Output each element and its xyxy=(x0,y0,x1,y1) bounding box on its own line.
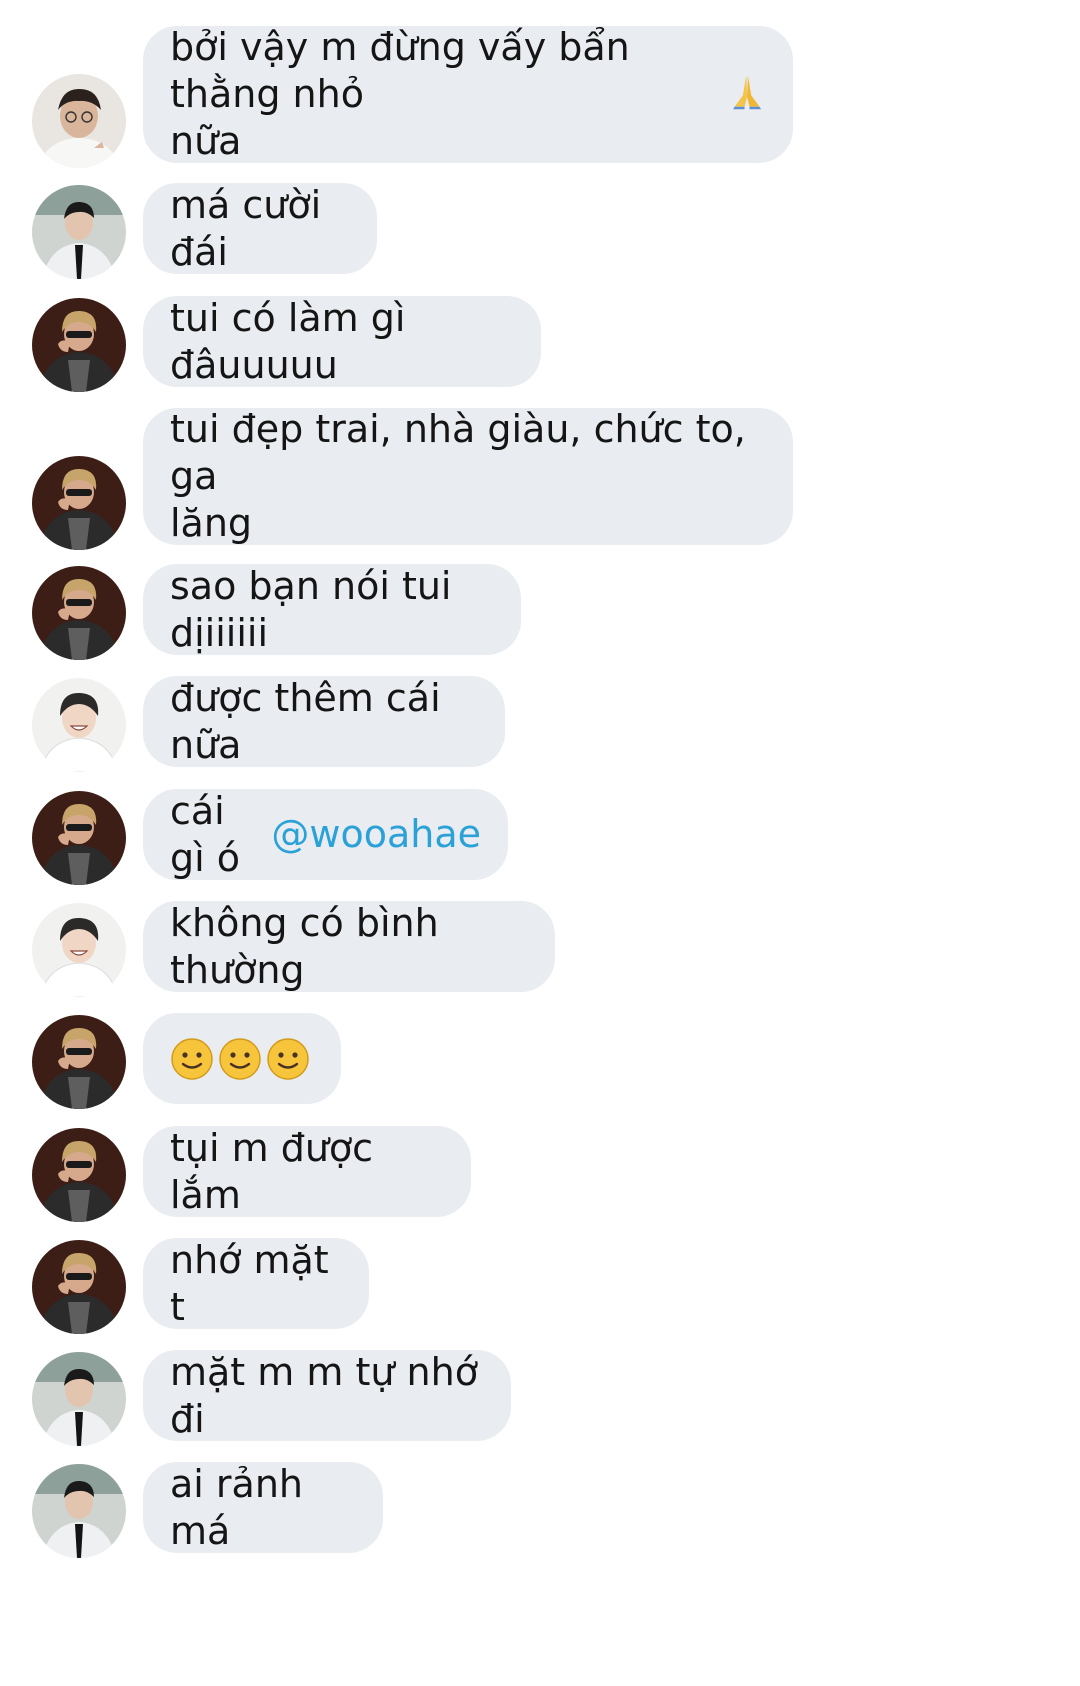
message-bubble[interactable]: ai rảnh má xyxy=(143,1462,383,1553)
avatar-light-icon xyxy=(32,74,126,168)
slightly-smiling-face-icon xyxy=(170,1037,214,1081)
avatar[interactable] xyxy=(32,678,126,772)
message-bubble[interactable]: nhớ mặt t xyxy=(143,1238,369,1329)
avatar-blond-icon xyxy=(32,298,126,392)
avatar[interactable] xyxy=(32,1464,126,1558)
slightly-smiling-face-icon xyxy=(218,1037,262,1081)
avatar[interactable] xyxy=(32,456,126,550)
avatar[interactable] xyxy=(32,903,126,997)
message-bubble[interactable]: tui có làm gì đâuuuuu xyxy=(143,296,541,387)
avatar-suit-icon xyxy=(32,1352,126,1446)
message-text: không có bình thường xyxy=(170,900,451,992)
avatar-blond-icon xyxy=(32,791,126,885)
chat-thread: bởi vậy m đừng vấy bẩn thằng nhỏ nữa má … xyxy=(0,0,1080,1686)
avatar[interactable] xyxy=(32,1352,126,1446)
message-bubble[interactable]: được thêm cái nữa xyxy=(143,676,505,767)
avatar-smile-icon xyxy=(32,903,126,997)
mention-link[interactable]: @wooahae xyxy=(271,811,481,858)
message-bubble[interactable]: không có bình thường xyxy=(143,901,555,992)
folded-hands-icon xyxy=(728,72,766,118)
avatar[interactable] xyxy=(32,1015,126,1109)
message-text: được thêm cái nữa xyxy=(170,675,453,767)
avatar[interactable] xyxy=(32,1128,126,1222)
message-bubble[interactable]: sao bạn nói tui dịiiiiii xyxy=(143,564,521,655)
avatar-smile-icon xyxy=(32,678,126,772)
avatar[interactable] xyxy=(32,74,126,168)
message-bubble[interactable]: mặt m m tự nhớ đi xyxy=(143,1350,511,1441)
message-bubble[interactable]: bởi vậy m đừng vấy bẩn thằng nhỏ nữa xyxy=(143,25,793,163)
avatar[interactable] xyxy=(32,791,126,885)
avatar[interactable] xyxy=(32,566,126,660)
message-bubble[interactable]: cái gì ó @wooahae xyxy=(143,789,508,880)
message-text: nhớ mặt t xyxy=(170,1237,341,1329)
message-text: tụi m được lắm xyxy=(170,1125,386,1217)
avatar[interactable] xyxy=(32,1240,126,1334)
message-text: tui đẹp trai, nhà giàu, chức to, ga lăng xyxy=(170,407,746,545)
avatar-blond-icon xyxy=(32,1240,126,1334)
avatar-blond-icon xyxy=(32,456,126,550)
message-bubble[interactable]: má cười đái xyxy=(143,183,377,274)
avatar[interactable] xyxy=(32,185,126,279)
message-text: má cười đái xyxy=(170,182,334,274)
message-bubble[interactable]: tui đẹp trai, nhà giàu, chức to, ga lăng xyxy=(143,407,793,545)
avatar-suit-icon xyxy=(32,185,126,279)
slightly-smiling-face-icon xyxy=(266,1037,310,1081)
message-text: mặt m m tự nhớ đi xyxy=(170,1349,491,1441)
avatar-blond-icon xyxy=(32,1128,126,1222)
message-text: tui có làm gì đâuuuuu xyxy=(170,295,418,387)
message-text: bởi vậy m đừng vấy bẩn thằng nhỏ nữa xyxy=(170,25,630,163)
avatar-blond-icon xyxy=(32,566,126,660)
message-text: cái gì ó xyxy=(170,788,253,880)
message-text: ai rảnh má xyxy=(170,1461,316,1553)
message-text: sao bạn nói tui dịiiiiii xyxy=(170,563,464,655)
avatar-blond-icon xyxy=(32,1015,126,1109)
message-bubble[interactable] xyxy=(143,1013,341,1104)
avatar[interactable] xyxy=(32,298,126,392)
avatar-suit-icon xyxy=(32,1464,126,1558)
message-bubble[interactable]: tụi m được lắm xyxy=(143,1126,471,1217)
